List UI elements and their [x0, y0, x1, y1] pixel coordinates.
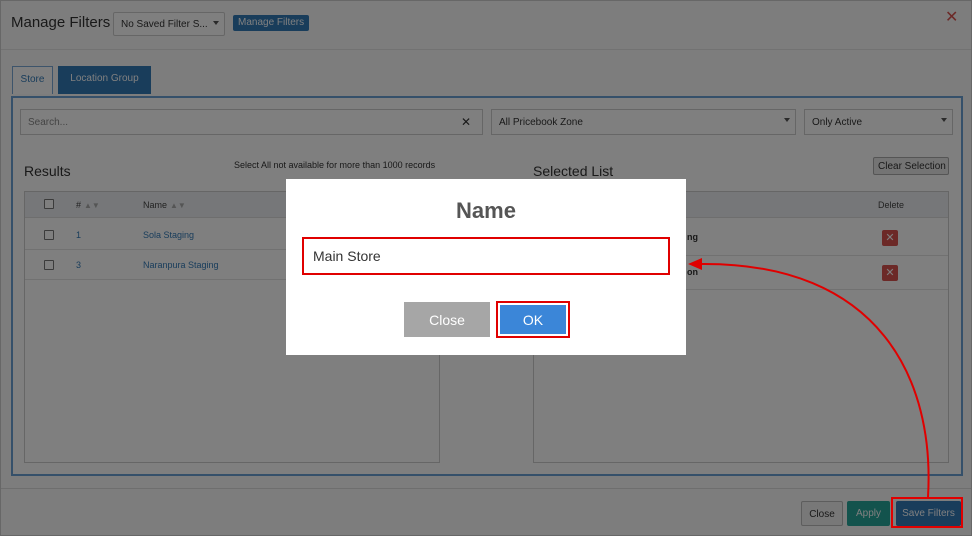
filter-name-input[interactable]: Main Store: [302, 237, 670, 275]
dialog-close-button[interactable]: Close: [404, 302, 490, 337]
dialog-title: Name: [456, 198, 516, 223]
dialog-ok-button[interactable]: OK: [500, 305, 566, 334]
save-filters-highlight: [891, 497, 963, 528]
name-dialog: Name Main Store Close OK: [286, 179, 686, 355]
